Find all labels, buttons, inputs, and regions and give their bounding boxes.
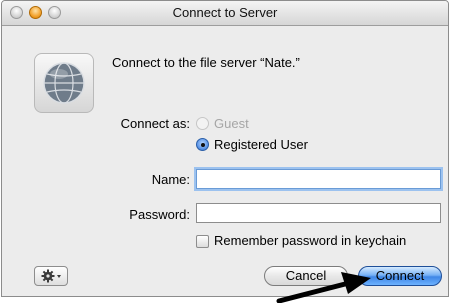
arrow-icon: [276, 272, 371, 303]
registered-user-radio[interactable]: [196, 138, 209, 151]
gear-icon: [41, 269, 61, 283]
globe-icon: [34, 53, 94, 113]
registered-user-radio-label: Registered User: [214, 137, 308, 152]
connect-as-label: Connect as:: [120, 116, 190, 131]
remember-password-checkbox[interactable]: [196, 235, 209, 248]
title-bar: Connect to Server: [2, 1, 448, 26]
name-field[interactable]: [196, 169, 441, 189]
password-label: Password:: [129, 207, 190, 222]
name-label: Name:: [151, 172, 190, 187]
guest-radio[interactable]: [196, 117, 209, 130]
connect-to-server-dialog: Connect to Server Connect to the file se…: [1, 0, 449, 297]
action-menu-button[interactable]: [34, 266, 68, 286]
window-title: Connect to Server: [172, 5, 278, 20]
password-field[interactable]: [196, 203, 441, 223]
connect-message: Connect to the file server “Nate.”: [112, 55, 300, 70]
guest-radio-label: Guest: [214, 116, 249, 131]
remember-password-label: Remember password in keychain: [214, 233, 407, 248]
